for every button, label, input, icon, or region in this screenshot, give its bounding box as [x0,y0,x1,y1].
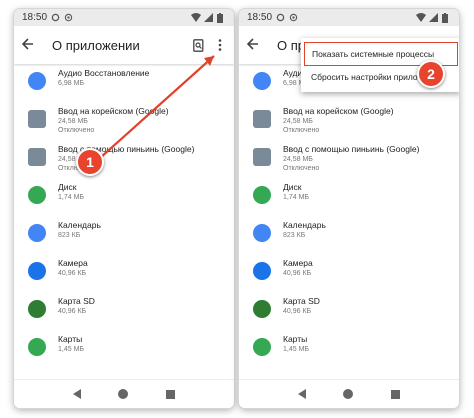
app-list-item[interactable]: Ввод на корейском (Google) 24,58 МБ Отключ… [239,104,459,142]
app-list-item[interactable]: Камера 40,96 КБ [239,256,459,294]
app-list-item[interactable]: Диск 1,74 МБ [239,180,459,218]
app-name: Карты [58,334,83,344]
app-name: Аудио Восстановление [58,68,150,78]
keyboard-icon [253,148,271,166]
app-detail: 24,58 МБ [283,118,313,125]
app-detail: 1,45 МБ [283,346,309,353]
status-bar: 18:50 [239,9,459,26]
signal-icon [429,13,438,22]
back-arrow-icon[interactable] [246,37,269,54]
app-list-item[interactable]: Календарь 823 КБ [239,218,459,256]
app-list-item[interactable]: Карта SD 40,96 КБ [14,294,234,332]
app-list-item[interactable]: Ввод на корейском (Google) 24,58 МБ Отключ… [14,104,234,142]
app-detail: 1,74 МБ [283,194,309,201]
app-name: Ввод на корейском (Google) [283,106,394,116]
app-list-item[interactable]: Календарь 823 КБ [14,218,234,256]
app-detail: Отключено [58,127,95,134]
app-detail: 1,74 МБ [58,194,84,201]
app-name: Карта SD [58,296,95,306]
app-detail: Отключено [283,165,320,172]
drive-icon [28,186,46,204]
app-list-item[interactable]: Диск 1,74 МБ [14,180,234,218]
app-name: Ввод на корейском (Google) [58,106,169,116]
app-list-item[interactable]: Камера 40,96 КБ [14,256,234,294]
app-list: Аудио Восстановление 6,98 МБ Ввод на корей… [14,64,234,370]
app-name: Календарь [283,220,326,230]
app-list-item[interactable]: Карты 1,45 МБ [239,332,459,370]
nav-recent-icon[interactable] [166,389,176,399]
keyboard-icon [253,110,271,128]
sdcard-icon [28,300,46,318]
app-detail: 40,96 КБ [283,308,312,315]
step-badge-1: 1 [76,148,104,176]
app-name: Ввод с помощью пиньинь (Google) [283,144,420,154]
app-detail: 823 КБ [58,232,81,239]
app-detail: 40,96 КБ [58,270,87,277]
notification-icon [289,13,298,22]
app-list-item[interactable]: Ввод с помощью пиньинь (Google) 24,58 МБ О… [239,142,459,180]
keyboard-icon [28,148,46,166]
settings-icon [276,13,285,22]
app-name: Карта SD [283,296,320,306]
app-bar: О приложении [14,26,234,64]
step-badge-2: 2 [417,60,445,88]
nav-back-icon[interactable] [297,389,306,399]
app-name: Камера [283,258,313,268]
calendar-icon [253,224,271,242]
navigation-bar [14,379,234,408]
app-name: Диск [283,182,302,192]
app-name: Камера [58,258,88,268]
app-detail: 24,58 МБ [283,156,313,163]
settings-icon [51,13,60,22]
status-time: 18:50 [247,12,273,23]
camera-icon [28,262,46,280]
audio-icon [28,72,46,90]
phone-screen-left: 18:50 О приложении Аудио Восстановление 6… [14,9,234,408]
battery-icon [217,13,226,23]
status-bar: 18:50 [14,9,234,26]
app-detail: 40,96 КБ [58,308,87,315]
keyboard-icon [28,110,46,128]
maps-icon [28,338,46,356]
app-detail: Отключено [283,127,320,134]
maps-icon [253,338,271,356]
drive-icon [253,186,271,204]
wifi-icon [416,13,426,22]
app-list-item[interactable]: Карты 1,45 МБ [14,332,234,370]
audio-icon [253,72,271,90]
app-list-item[interactable]: Карта SD 40,96 КБ [239,294,459,332]
doc-search-icon[interactable] [192,38,204,52]
app-name: Диск [58,182,77,192]
sdcard-icon [253,300,271,318]
app-name: Календарь [58,220,101,230]
nav-home-icon[interactable] [118,389,129,399]
app-detail: 1,45 МБ [58,346,84,353]
nav-back-icon[interactable] [72,389,81,399]
calendar-icon [28,224,46,242]
battery-icon [442,13,451,23]
more-vert-icon[interactable] [214,38,226,52]
app-list-item[interactable]: Аудио Восстановление 6,98 МБ [14,66,234,104]
page-title: О приложении [52,37,140,53]
app-detail: 823 КБ [283,232,306,239]
status-time: 18:50 [22,12,48,23]
notification-icon [64,13,73,22]
camera-icon [253,262,271,280]
app-detail: 40,96 КБ [283,270,312,277]
nav-recent-icon[interactable] [391,389,401,399]
app-detail: 6,98 МБ [58,80,84,87]
app-detail: 24,58 МБ [58,118,88,125]
signal-icon [204,13,213,22]
wifi-icon [191,13,201,22]
nav-home-icon[interactable] [343,389,354,399]
navigation-bar [239,379,459,408]
app-name: Карты [283,334,308,344]
back-arrow-icon[interactable] [21,37,44,54]
app-list: Аудио Восс6,98 МБВвод на корейском (Goog… [239,64,459,370]
app-list-item[interactable]: Ввод с помощью пиньинь (Google) 24,58 МБ О… [14,142,234,180]
